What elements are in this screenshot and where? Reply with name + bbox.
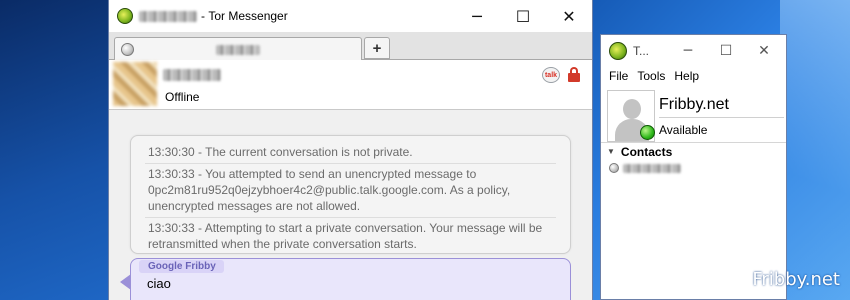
system-messages-box: 13:30:30 - The current conversation is n… [130, 135, 571, 254]
system-message: 13:30:33 - Attempting to start a private… [148, 221, 543, 251]
chevron-down-icon: ▼ [607, 147, 615, 156]
contact-list-title: T... [633, 43, 650, 58]
conversation-tab[interactable] [114, 37, 362, 61]
contact-name-redacted [163, 69, 221, 81]
system-message: 13:30:30 - The current conversation is n… [145, 142, 556, 164]
system-message: 13:30:33 - You attempted to send an unen… [145, 164, 556, 218]
contacts-group-label: Contacts [620, 144, 673, 159]
menu-help[interactable]: Help [674, 69, 699, 83]
contacts-group-header[interactable]: ▼ Contacts [601, 142, 786, 160]
watermark-text: Fribby.net [752, 269, 840, 290]
close-button[interactable]: ✕ [748, 35, 780, 66]
google-talk-icon: talk [542, 67, 560, 83]
title-contact-redacted [139, 10, 197, 22]
divider [659, 117, 784, 118]
account-profile: Fribby.net Available [607, 90, 784, 144]
menu-file[interactable]: File [609, 69, 628, 83]
account-status[interactable]: Available [659, 123, 707, 137]
offline-status-icon [121, 43, 134, 56]
maximize-button[interactable]: ☐ [710, 35, 742, 66]
contact-list-title-bar[interactable]: T... ─ ☐ ✕ [601, 35, 786, 66]
new-tab-button[interactable]: + [364, 37, 390, 59]
title-bar[interactable]: - Tor Messenger ─ ☐ ✕ [109, 0, 592, 32]
contact-list-item[interactable] [609, 163, 681, 173]
conversation-header: Offline talk [109, 60, 592, 110]
window-title: Tor Messenger [208, 9, 288, 23]
maximize-button[interactable]: ☐ [500, 0, 546, 32]
conversation-area[interactable]: 13:30:30 - The current conversation is n… [109, 111, 592, 300]
contact-avatar [113, 62, 157, 106]
lock-icon[interactable] [568, 67, 580, 83]
tor-messenger-app-icon [609, 41, 627, 60]
contact-list-window: T... ─ ☐ ✕ File Tools Help Fribby.net Av… [600, 34, 787, 300]
account-name[interactable]: Fribby.net [659, 96, 729, 114]
desktop-wallpaper-right [780, 0, 850, 300]
menu-bar: File Tools Help [601, 66, 786, 86]
close-button[interactable]: ✕ [546, 0, 592, 32]
minimize-button[interactable]: ─ [672, 35, 704, 66]
tab-strip: + [109, 32, 592, 61]
minimize-button[interactable]: ─ [454, 0, 500, 32]
conversation-window: - Tor Messenger ─ ☐ ✕ + Offline talk 13:… [108, 0, 593, 300]
contact-name-redacted [623, 163, 681, 173]
message-text: ciao [147, 276, 171, 291]
tab-label-redacted [216, 44, 260, 55]
menu-tools[interactable]: Tools [637, 69, 665, 83]
contact-status: Offline [165, 90, 200, 104]
desktop-wallpaper-left [0, 0, 108, 300]
offline-status-icon [609, 163, 619, 173]
incoming-message: Google Fribby ciao [130, 258, 571, 300]
available-status-icon[interactable] [640, 125, 655, 140]
message-sender: Google Fribby [139, 260, 224, 273]
tor-messenger-app-icon [117, 8, 133, 24]
